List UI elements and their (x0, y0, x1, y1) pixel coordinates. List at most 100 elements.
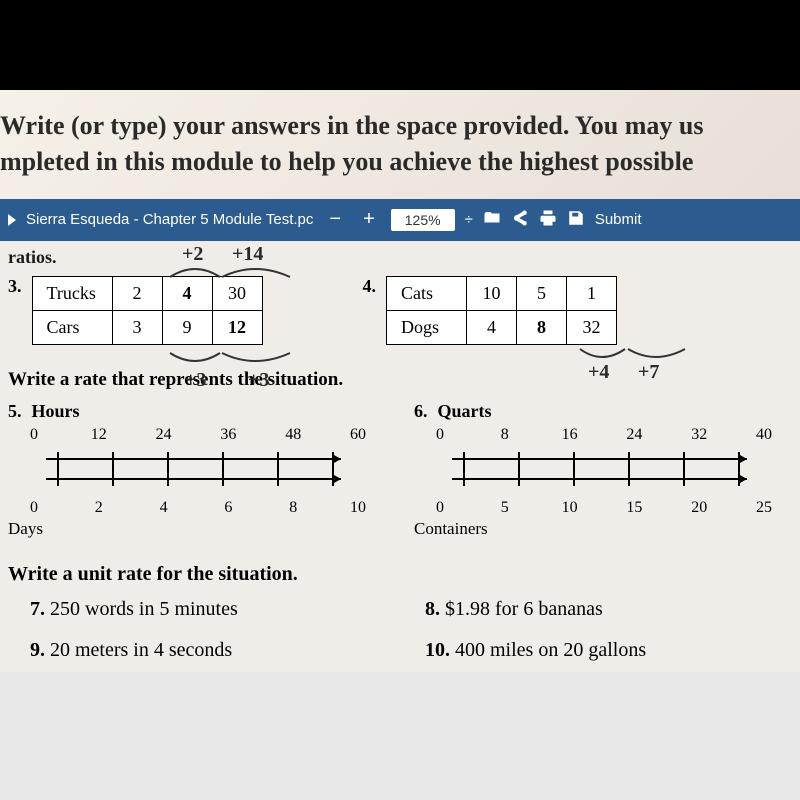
tick: 10 (336, 499, 380, 517)
instructions-block: Write (or type) your answers in the spac… (0, 90, 800, 199)
problem-5-bot-label: Days (8, 519, 384, 539)
cell: 3 (112, 310, 162, 344)
document-toolbar: Sierra Esqueda - Chapter 5 Module Test.p… (0, 199, 800, 241)
problem-5-top-ticks: 0 12 24 36 48 60 (8, 426, 384, 444)
hand-plus-3b: +3 (248, 369, 269, 392)
problem-5-axis (8, 444, 384, 494)
tick: 0 (418, 499, 462, 517)
rate-heading: Write a rate that represents the situati… (8, 369, 790, 391)
problem-6-axis (414, 444, 790, 494)
tick: 25 (742, 499, 786, 517)
problem-10-number: 10. (425, 639, 450, 661)
tick: 10 (548, 499, 592, 517)
tick: 2 (77, 499, 121, 517)
problem-6: 6. Quarts 0 8 16 24 32 40 (414, 401, 790, 539)
arc-bot-4 (560, 347, 710, 367)
cell-cats-label: Cats (387, 276, 467, 310)
table-row: Dogs 4 8 32 (387, 310, 617, 344)
cell: 1 (567, 276, 617, 310)
problem-3-number: 3. (8, 276, 22, 297)
arc-bot-3 (150, 351, 320, 371)
problem-8: 8. $1.98 for 6 bananas (425, 598, 790, 621)
tick: 20 (677, 499, 721, 517)
table-row: Trucks 2 4 30 (32, 276, 262, 310)
tick: 16 (548, 426, 592, 444)
problem-7-text: 250 words in 5 minutes (50, 598, 238, 620)
problem-10: 10. 400 miles on 20 gallons (425, 639, 790, 662)
tick: 12 (77, 426, 121, 444)
table-row: Cars 3 9 12 (32, 310, 262, 344)
tick: 24 (612, 426, 656, 444)
tick: 8 (483, 426, 527, 444)
problem-5: 5. Hours 0 12 24 36 48 60 (8, 401, 384, 539)
problem-8-number: 8. (425, 598, 440, 620)
tick: 0 (418, 426, 462, 444)
hand-plus-7: +7 (638, 361, 659, 384)
cell: 9 (162, 310, 212, 344)
tick: 40 (742, 426, 786, 444)
divider-icon: ÷ (465, 211, 473, 228)
worksheet-area: ratios. +2 +14 3. Trucks 2 4 30 Cars 3 9… (0, 241, 800, 672)
tick: 32 (677, 426, 721, 444)
problem-7: 7. 250 words in 5 minutes (30, 598, 395, 621)
table-row: Cats 10 5 1 (387, 276, 617, 310)
problem-4-table: Cats 10 5 1 Dogs 4 8 32 (386, 276, 617, 345)
tick: 0 (12, 499, 56, 517)
problem-3: 3. Trucks 2 4 30 Cars 3 9 12 (8, 276, 263, 345)
zoom-in-button[interactable]: + (357, 208, 381, 231)
tick: 36 (206, 426, 250, 444)
tick: 24 (142, 426, 186, 444)
problem-8-text: $1.98 for 6 bananas (445, 598, 603, 620)
cell-trucks-label: Trucks (32, 276, 112, 310)
tick: 48 (271, 426, 315, 444)
problem-6-number: 6. (414, 401, 428, 422)
problem-5-bot-ticks: 0 2 4 6 8 10 (8, 499, 384, 517)
submit-button[interactable]: Submit (595, 211, 642, 228)
document-filename: Sierra Esqueda - Chapter 5 Module Test.p… (26, 211, 313, 228)
hand-plus-3a: +3 (185, 369, 206, 392)
ratios-label: ratios. (8, 247, 790, 268)
problem-6-top-ticks: 0 8 16 24 32 40 (414, 426, 790, 444)
tick: 0 (12, 426, 56, 444)
problem-7-number: 7. (30, 598, 45, 620)
save-icon[interactable] (567, 209, 585, 231)
problem-5-top-label: Hours (32, 401, 80, 422)
problem-4-number: 4. (363, 276, 377, 297)
tick: 4 (142, 499, 186, 517)
problem-9-text: 20 meters in 4 seconds (50, 639, 232, 661)
tick: 5 (483, 499, 527, 517)
problem-3-table: Trucks 2 4 30 Cars 3 9 12 (32, 276, 263, 345)
problem-9: 9. 20 meters in 4 seconds (30, 639, 395, 662)
hand-plus-2: +2 (182, 243, 203, 266)
cell-cars-label: Cars (32, 310, 112, 344)
share-icon[interactable] (511, 209, 529, 231)
cell-handwritten[interactable]: 8 (517, 310, 567, 344)
problem-4: 4. Cats 10 5 1 Dogs 4 8 32 (363, 276, 618, 345)
zoom-level[interactable]: 125% (391, 209, 455, 231)
tick: 15 (612, 499, 656, 517)
hand-plus-4: +4 (588, 361, 609, 384)
cell: 4 (467, 310, 517, 344)
hand-plus-14: +14 (232, 243, 263, 266)
cell: 32 (567, 310, 617, 344)
cell: 5 (517, 276, 567, 310)
play-icon[interactable] (8, 214, 16, 226)
problem-6-bot-label: Containers (414, 519, 790, 539)
cell-dogs-label: Dogs (387, 310, 467, 344)
cell: 30 (212, 276, 262, 310)
problem-5-number: 5. (8, 401, 22, 422)
problem-6-top-label: Quarts (438, 401, 492, 422)
cell-handwritten[interactable]: 12 (212, 310, 262, 344)
print-icon[interactable] (539, 209, 557, 231)
problem-10-text: 400 miles on 20 gallons (455, 639, 646, 661)
tick: 8 (271, 499, 315, 517)
unit-rate-heading: Write a unit rate for the situation. (8, 563, 790, 586)
tick: 6 (206, 499, 250, 517)
cell-handwritten[interactable]: 4 (162, 276, 212, 310)
problem-6-bot-ticks: 0 5 10 15 20 25 (414, 499, 790, 517)
zoom-out-button[interactable]: − (323, 208, 347, 231)
instruction-line-1: Write (or type) your answers in the spac… (0, 108, 800, 144)
instruction-line-2: mpleted in this module to help you achie… (0, 144, 800, 180)
folder-icon[interactable] (483, 209, 501, 231)
cell: 2 (112, 276, 162, 310)
